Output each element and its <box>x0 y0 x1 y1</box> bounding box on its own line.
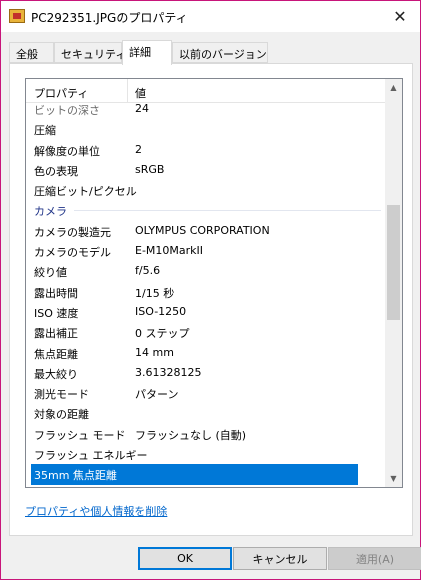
list-item[interactable]: 対象の距離 <box>26 403 385 423</box>
list-header: プロパティ 値 <box>26 79 385 103</box>
property-name: カメラの製造元 <box>34 225 111 239</box>
property-value: フラッシュなし (自動) <box>135 428 247 442</box>
property-name: 35mm 焦点距離 <box>34 469 117 483</box>
property-value: sRGB <box>135 162 165 176</box>
property-value: パターン <box>135 388 179 402</box>
scroll-up-button[interactable]: ▲ <box>385 79 402 96</box>
list-item[interactable]: 焦点距離 14 mm <box>26 343 385 363</box>
list-item[interactable]: フラッシュ エネルギー <box>26 444 385 464</box>
list-item[interactable]: カメラのモデル E-M10MarkII <box>26 241 385 261</box>
property-value: f/5.6 <box>135 264 161 278</box>
image-file-icon <box>9 9 25 23</box>
tab-security[interactable]: セキュリティ <box>54 42 126 63</box>
list-item[interactable]: 色の表現 sRGB <box>26 160 385 180</box>
property-name: 最大絞り <box>34 367 78 381</box>
property-name: 圧縮ビット/ピクセル <box>34 185 137 199</box>
list-item[interactable]: 圧縮ビット/ピクセル <box>26 180 385 200</box>
property-value: 0 ステップ <box>135 327 190 341</box>
title-bar[interactable]: PC292351.JPGのプロパティ ✕ <box>1 1 420 32</box>
cancel-button[interactable]: キャンセル <box>233 547 327 570</box>
group-divider <box>74 210 381 212</box>
scroll-down-button[interactable]: ▼ <box>385 470 402 487</box>
vertical-scrollbar[interactable]: ▲ ▼ <box>385 79 402 487</box>
list-item[interactable]: フラッシュ モード フラッシュなし (自動) <box>26 424 385 444</box>
properties-rows: ビットの深さ 24 圧縮 解像度の単位 2 色の表現 sRGB 圧縮ビット/ピク… <box>26 99 385 485</box>
property-name: 絞り値 <box>34 266 67 280</box>
property-value: 1/15 秒 <box>135 286 175 300</box>
property-value: 2 <box>135 142 142 156</box>
tab-general[interactable]: 全般 <box>9 42 54 63</box>
list-item[interactable]: 圧縮 <box>26 119 385 139</box>
property-name: ISO 速度 <box>34 306 79 320</box>
list-item[interactable]: 測光モード パターン <box>26 383 385 403</box>
close-button[interactable]: ✕ <box>380 1 420 32</box>
chevron-down-icon: ▼ <box>390 474 397 483</box>
property-name: 露出時間 <box>34 286 78 300</box>
column-header-value[interactable]: 値 <box>135 85 146 101</box>
property-name: 解像度の単位 <box>34 144 100 158</box>
ok-button[interactable]: OK <box>138 547 232 570</box>
property-name: 色の表現 <box>34 164 78 178</box>
list-item[interactable]: 露出補正 0 ステップ <box>26 322 385 342</box>
property-name: フラッシュ モード <box>34 428 126 442</box>
property-name: 露出補正 <box>34 327 78 341</box>
chevron-up-icon: ▲ <box>390 83 397 92</box>
column-header-property[interactable]: プロパティ <box>34 85 88 101</box>
window-title: PC292351.JPGのプロパティ <box>31 11 188 25</box>
property-name: ビットの深さ <box>34 104 100 117</box>
properties-dialog: PC292351.JPGのプロパティ ✕ 全般 セキュリティ 詳細 以前のバージ… <box>0 0 421 580</box>
property-name: 対象の距離 <box>34 408 89 422</box>
tab-strip: 全般 セキュリティ 詳細 以前のバージョン <box>9 40 413 65</box>
list-item[interactable]: 絞り値 f/5.6 <box>26 261 385 281</box>
group-header-camera: カメラ <box>26 200 385 220</box>
list-item[interactable]: カメラの製造元 OLYMPUS CORPORATION <box>26 221 385 241</box>
list-item[interactable]: 解像度の単位 2 <box>26 140 385 160</box>
column-divider[interactable] <box>127 79 128 103</box>
apply-button[interactable]: 適用(A) <box>328 547 421 570</box>
list-item[interactable]: ISO 速度 ISO-1250 <box>26 302 385 322</box>
property-value: 14 mm <box>135 345 174 359</box>
property-name: 圧縮 <box>34 124 56 138</box>
list-item[interactable]: 最大絞り 3.61328125 <box>26 363 385 383</box>
list-item-selected[interactable]: 35mm 焦点距離 <box>31 464 358 485</box>
tab-details[interactable]: 詳細 <box>122 40 172 65</box>
property-value: ISO-1250 <box>135 304 187 318</box>
property-name: 焦点距離 <box>34 347 78 361</box>
tab-previous-versions[interactable]: 以前のバージョン <box>172 42 268 63</box>
close-icon: ✕ <box>393 7 407 26</box>
scroll-thumb[interactable] <box>387 205 400 320</box>
property-value: E-M10MarkII <box>135 244 204 258</box>
property-name: 測光モード <box>34 388 89 402</box>
property-name: フラッシュ エネルギー <box>34 449 148 463</box>
property-value: 3.61328125 <box>135 365 202 379</box>
property-value: 24 <box>135 102 149 115</box>
list-item[interactable]: 露出時間 1/15 秒 <box>26 282 385 302</box>
properties-list[interactable]: ビットの深さ 24 圧縮 解像度の単位 2 色の表現 sRGB 圧縮ビット/ピク… <box>25 78 403 488</box>
remove-properties-link[interactable]: プロパティや個人情報を削除 <box>25 503 167 519</box>
property-value: OLYMPUS CORPORATION <box>135 223 270 237</box>
details-panel: ビットの深さ 24 圧縮 解像度の単位 2 色の表現 sRGB 圧縮ビット/ピク… <box>9 63 413 536</box>
group-label: カメラ <box>34 205 67 219</box>
property-name: カメラのモデル <box>34 246 111 260</box>
